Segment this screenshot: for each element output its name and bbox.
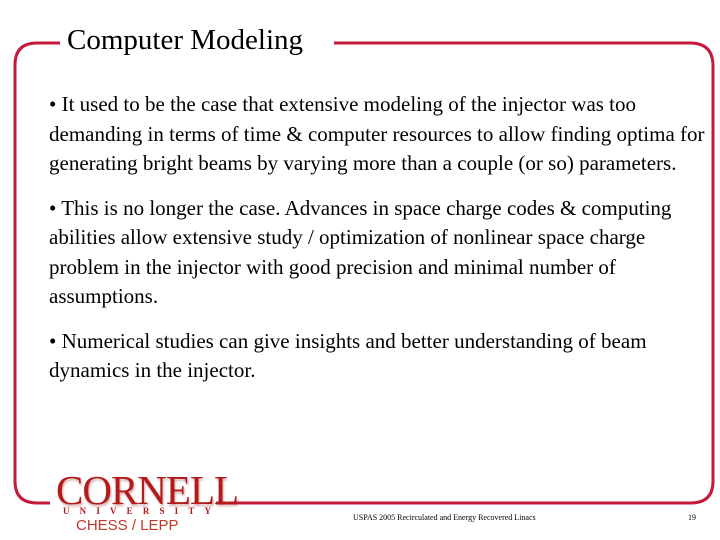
logo-letter: Y bbox=[204, 506, 211, 516]
slide-title: Computer Modeling bbox=[67, 24, 304, 56]
footer-course-title: USPAS 2005 Recirculated and Energy Recov… bbox=[353, 513, 536, 522]
slide-body: • It used to be the case that extensive … bbox=[49, 90, 709, 401]
logo-letter: N bbox=[79, 506, 87, 516]
bullet-item: • Numerical studies can give insights an… bbox=[49, 328, 647, 383]
logo-letter: I bbox=[174, 506, 179, 516]
logo-university-subtitle: U N I V E R S I T Y bbox=[63, 506, 211, 516]
logo-department: CHESS / LEPP bbox=[76, 517, 179, 534]
logo-letter: R bbox=[142, 506, 150, 516]
logo-letter: S bbox=[159, 506, 165, 516]
logo-letter: V bbox=[109, 506, 117, 516]
bullet-item: • It used to be the case that extensive … bbox=[49, 92, 705, 175]
logo-wordmark: CORNELL bbox=[56, 467, 239, 513]
cornell-logo: CORNELL U N I V E R S I T Y CHESS / LEPP bbox=[54, 470, 239, 536]
logo-letter: E bbox=[126, 506, 133, 516]
logo-letter: T bbox=[188, 506, 195, 516]
page-number: 19 bbox=[688, 513, 696, 522]
logo-letter: I bbox=[96, 506, 100, 516]
bullet-item: • This is no longer the case. Advances i… bbox=[49, 195, 672, 309]
logo-letter: U bbox=[63, 506, 70, 516]
